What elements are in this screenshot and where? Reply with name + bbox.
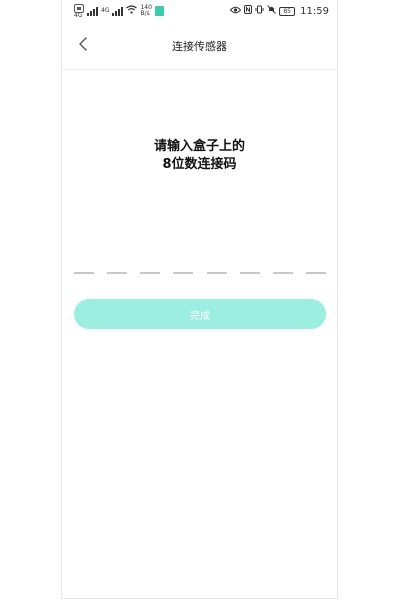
- network-group-1: 4G: [74, 3, 84, 19]
- status-bar: 4G 4G 140 B/s 85 11:59: [62, 0, 337, 22]
- network-speed: 140 B/s: [140, 5, 151, 17]
- status-bar-right: 85 11:59: [229, 5, 329, 17]
- done-button[interactable]: 完成: [74, 299, 326, 329]
- status-bar-left: 4G 4G 140 B/s: [74, 3, 164, 19]
- code-digit-slot-6[interactable]: [239, 272, 260, 274]
- connection-code-input[interactable]: [74, 270, 326, 276]
- code-digit-slot-8[interactable]: [305, 272, 326, 274]
- app-notification-icon: [154, 6, 164, 16]
- phone-screen: 4G 4G 140 B/s 85 11:59 连接传感器 请输入盒子上的 8位数…: [61, 0, 338, 599]
- instruction-line-1: 请输入盒子上的: [153, 139, 245, 154]
- signal-strength-icon-2: [112, 6, 124, 16]
- network-speed-unit: B/s: [140, 10, 150, 17]
- network-type-2: 4G: [101, 7, 110, 14]
- battery-icon: 85: [279, 6, 296, 16]
- code-digit-slot-1[interactable]: [74, 272, 94, 274]
- clock: 11:59: [300, 5, 329, 17]
- sim-card-icon: [74, 3, 84, 13]
- signal-strength-icon: [87, 6, 98, 16]
- code-digit-slot-7[interactable]: [272, 272, 293, 274]
- network-type-1: 4G: [74, 11, 83, 19]
- vibrate-icon: [255, 5, 264, 17]
- eye-icon: [229, 6, 242, 17]
- code-digit-slot-5[interactable]: [206, 272, 227, 274]
- nfc-icon: [244, 5, 253, 17]
- code-digit-slot-3[interactable]: [140, 272, 161, 274]
- wifi-icon: [126, 5, 138, 17]
- battery-level: 85: [283, 7, 291, 15]
- instruction-line-2: 8位数连接码: [162, 157, 237, 172]
- mute-icon: [267, 5, 277, 17]
- navigation-header: 连接传感器: [62, 22, 337, 70]
- code-digit-slot-2[interactable]: [107, 272, 128, 274]
- code-digit-slot-4[interactable]: [173, 272, 194, 274]
- instruction-text: 请输入盒子上的 8位数连接码: [62, 138, 337, 174]
- page-title: 连接传感器: [172, 40, 227, 53]
